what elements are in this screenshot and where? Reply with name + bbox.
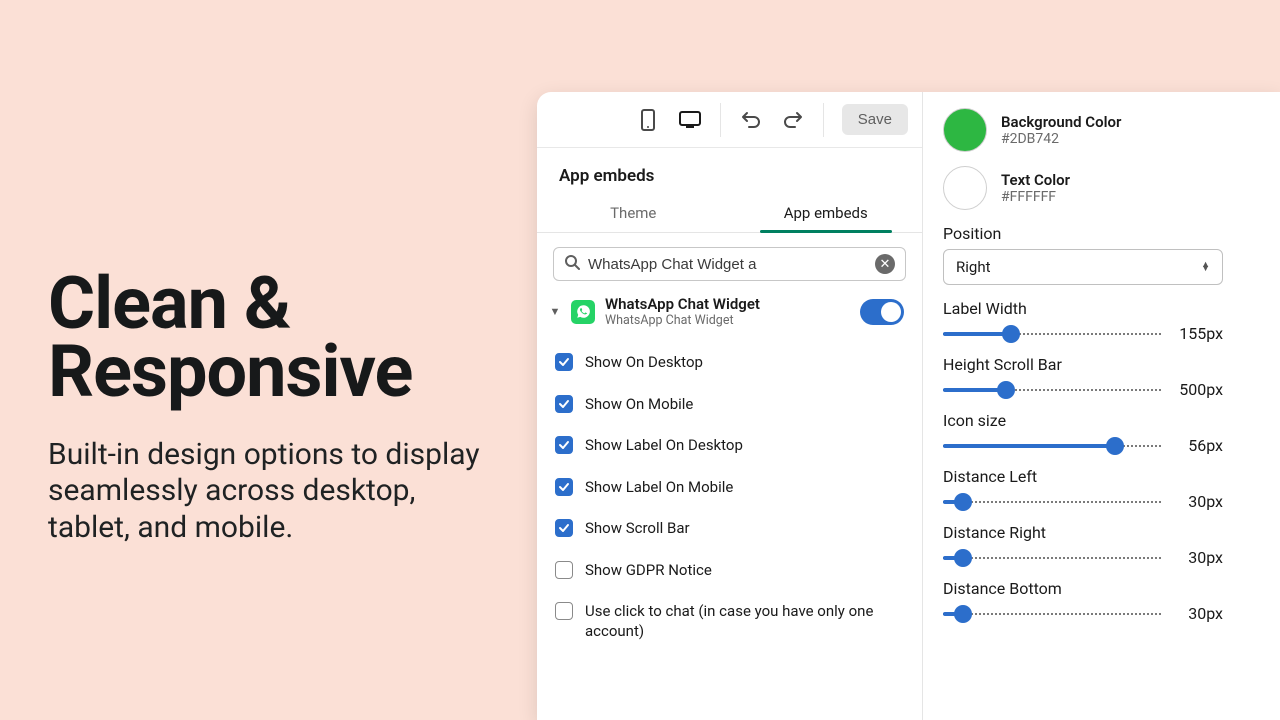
slider-block: Icon size 56px (943, 411, 1280, 455)
widget-subtitle: WhatsApp Chat Widget (605, 313, 850, 328)
slider-value: 500px (1173, 380, 1223, 399)
checkbox[interactable] (555, 602, 573, 620)
check-row: Show On Mobile (555, 384, 904, 426)
editor-panel: Save App embeds Theme App embeds ✕ ▼ Wha… (537, 92, 1280, 720)
tab-app-embeds[interactable]: App embeds (730, 194, 923, 232)
widget-enable-toggle[interactable] (860, 299, 904, 325)
check-list: Show On Desktop Show On Mobile Show Label … (537, 332, 922, 662)
redo-icon[interactable] (781, 108, 805, 132)
checkbox[interactable] (555, 478, 573, 496)
slider-knob[interactable] (954, 605, 972, 623)
widget-row: ▼ WhatsApp Chat Widget WhatsApp Chat Wid… (537, 291, 922, 332)
tabs: Theme App embeds (537, 194, 922, 233)
check-label: Use click to chat (in case you have only… (585, 602, 904, 641)
slider-knob[interactable] (1002, 325, 1020, 343)
background-color-swatch[interactable] (943, 108, 987, 152)
search-input-wrap: ✕ (553, 247, 906, 281)
slider-block: Height Scroll Bar 500px (943, 355, 1280, 399)
position-label: Position (943, 224, 1280, 243)
tab-theme[interactable]: Theme (537, 194, 730, 232)
desktop-view-icon[interactable] (678, 108, 702, 132)
slider-label: Distance Left (943, 467, 1280, 486)
slider-value: 30px (1173, 492, 1223, 511)
checkbox[interactable] (555, 353, 573, 371)
check-row: Use click to chat (in case you have only… (555, 591, 904, 652)
clear-search-icon[interactable]: ✕ (875, 254, 895, 274)
chevron-down-icon[interactable]: ▼ (549, 305, 561, 318)
position-value: Right (956, 258, 990, 276)
slider[interactable] (943, 384, 1161, 396)
slider[interactable] (943, 552, 1161, 564)
check-row: Show GDPR Notice (555, 550, 904, 592)
slider-value: 30px (1173, 548, 1223, 567)
check-row: Show Label On Desktop (555, 425, 904, 467)
background-color-label: Background Color (1001, 113, 1121, 131)
save-button[interactable]: Save (842, 104, 908, 135)
check-label: Show On Desktop (585, 353, 703, 373)
slider-value: 56px (1173, 436, 1223, 455)
text-color-value: #FFFFFF (1001, 189, 1070, 205)
checkbox[interactable] (555, 395, 573, 413)
select-caret-icon: ▲▼ (1201, 263, 1210, 272)
slider[interactable] (943, 328, 1161, 340)
section-title: App embeds (537, 148, 922, 194)
slider-block: Distance Right 30px (943, 523, 1280, 567)
undo-icon[interactable] (739, 108, 763, 132)
search-input[interactable] (588, 256, 867, 273)
checkbox[interactable] (555, 519, 573, 537)
slider-knob[interactable] (1106, 437, 1124, 455)
slider-value: 155px (1173, 324, 1223, 343)
hero-title: Clean & Responsive (48, 270, 488, 407)
slider-label: Icon size (943, 411, 1280, 430)
check-label: Show GDPR Notice (585, 561, 712, 581)
slider-knob[interactable] (997, 381, 1015, 399)
check-row: Show On Desktop (555, 342, 904, 384)
check-row: Show Label On Mobile (555, 467, 904, 509)
slider[interactable] (943, 608, 1161, 620)
check-label: Show Scroll Bar (585, 519, 690, 539)
left-column: Save App embeds Theme App embeds ✕ ▼ Wha… (537, 92, 923, 720)
background-color-value: #2DB742 (1001, 131, 1121, 147)
slider[interactable] (943, 496, 1161, 508)
slider-label: Label Width (943, 299, 1280, 318)
check-label: Show Label On Desktop (585, 436, 743, 456)
widget-info: WhatsApp Chat Widget WhatsApp Chat Widge… (605, 295, 850, 328)
slider-block: Distance Bottom 30px (943, 579, 1280, 623)
text-color-swatch[interactable] (943, 166, 987, 210)
hero-subtitle: Built-in design options to display seaml… (48, 437, 488, 547)
text-color-row: Text Color #FFFFFF (943, 166, 1280, 210)
slider-label: Distance Bottom (943, 579, 1280, 598)
search-icon (564, 254, 580, 274)
right-column: Background Color #2DB742 Text Color #FFF… (923, 92, 1280, 720)
checkbox[interactable] (555, 436, 573, 454)
toolbar-center-group (636, 92, 824, 147)
whatsapp-icon (571, 300, 595, 324)
slider-label: Height Scroll Bar (943, 355, 1280, 374)
slider-knob[interactable] (954, 549, 972, 567)
hero: Clean & Responsive Built-in design optio… (48, 270, 488, 547)
background-color-row: Background Color #2DB742 (943, 108, 1280, 152)
slider-block: Label Width 155px (943, 299, 1280, 343)
widget-title: WhatsApp Chat Widget (605, 295, 850, 313)
slider-knob[interactable] (954, 493, 972, 511)
slider-label: Distance Right (943, 523, 1280, 542)
toolbar: Save (537, 92, 922, 148)
check-label: Show On Mobile (585, 395, 693, 415)
checkbox[interactable] (555, 561, 573, 579)
mobile-view-icon[interactable] (636, 108, 660, 132)
check-label: Show Label On Mobile (585, 478, 733, 498)
slider[interactable] (943, 440, 1161, 452)
slider-value: 30px (1173, 604, 1223, 623)
position-select[interactable]: Right ▲▼ (943, 249, 1223, 285)
check-row: Show Scroll Bar (555, 508, 904, 550)
slider-block: Distance Left 30px (943, 467, 1280, 511)
text-color-label: Text Color (1001, 171, 1070, 189)
